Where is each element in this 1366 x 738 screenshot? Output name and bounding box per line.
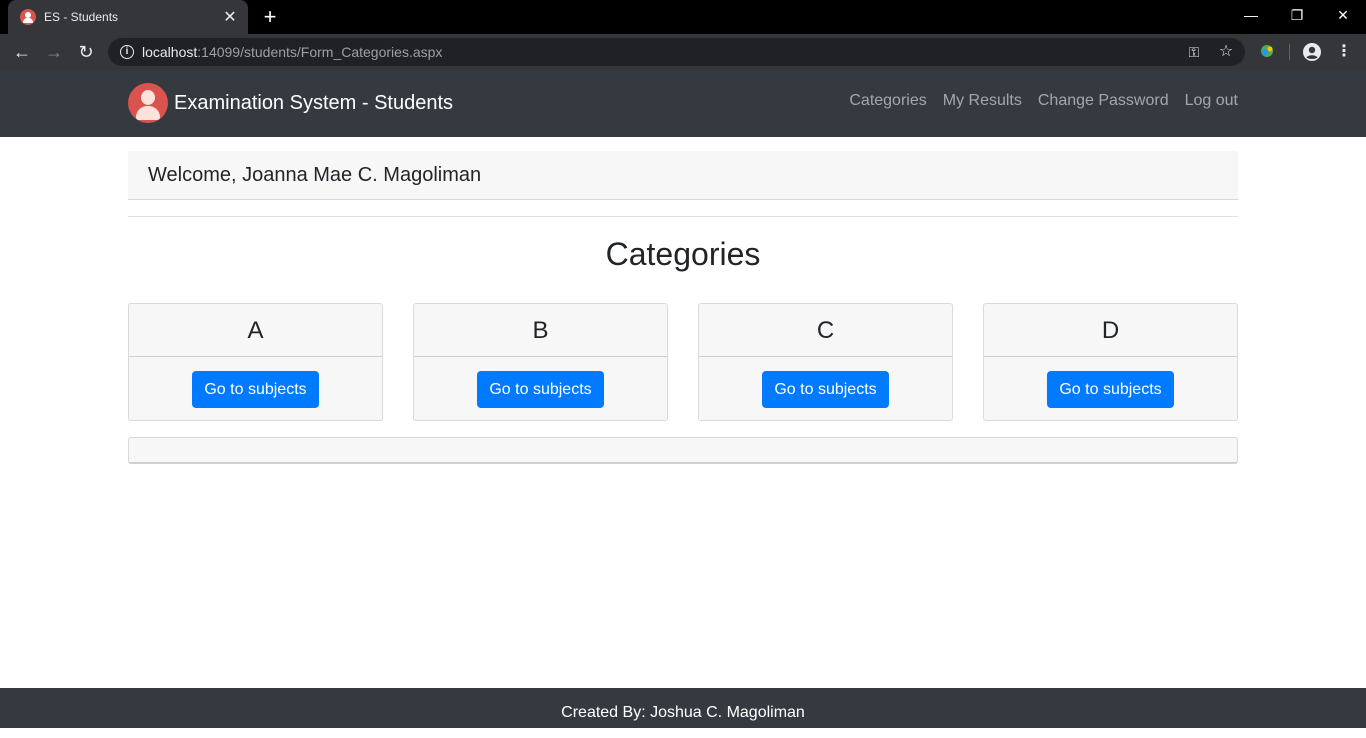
- key-icon[interactable]: ⚿: [1184, 42, 1204, 62]
- star-icon[interactable]: ☆: [1216, 42, 1236, 62]
- nav-link-logout[interactable]: Log out: [1185, 92, 1238, 110]
- welcome-banner: Welcome, Joanna Mae C. Magoliman: [128, 151, 1238, 200]
- toolbar-separator: [1289, 44, 1290, 60]
- category-card-b: B Go to subjects: [413, 303, 668, 421]
- nav-link-categories[interactable]: Categories: [849, 92, 926, 110]
- arrow-back-icon[interactable]: ←: [10, 40, 34, 64]
- browser-toolbar: ← → ↻ i localhost:14099/students/Form_Ca…: [0, 34, 1366, 70]
- brand-title[interactable]: Examination System - Students: [174, 92, 453, 115]
- category-name: B: [414, 304, 667, 357]
- new-tab-icon[interactable]: +: [258, 5, 282, 29]
- go-to-subjects-button[interactable]: Go to subjects: [762, 371, 889, 408]
- tab-title: ES - Students: [44, 10, 119, 24]
- category-name: A: [129, 304, 382, 357]
- user-favicon-icon: [20, 9, 36, 25]
- browser-tab[interactable]: ES - Students ✕: [8, 0, 248, 34]
- category-name: C: [699, 304, 952, 357]
- browser-tab-bar: ES - Students ✕ + — ❐ ✕: [0, 0, 1366, 34]
- go-to-subjects-button[interactable]: Go to subjects: [477, 371, 604, 408]
- page-title: Categories: [605, 236, 761, 272]
- category-name: D: [984, 304, 1237, 357]
- user-logo-icon: [128, 83, 168, 123]
- address-bar[interactable]: i localhost:14099/students/Form_Categori…: [108, 38, 1245, 66]
- info-icon[interactable]: i: [120, 45, 134, 59]
- arrow-forward-icon[interactable]: →: [42, 40, 66, 64]
- category-card-a: A Go to subjects: [128, 303, 383, 421]
- menu-icon[interactable]: ⋮: [1334, 42, 1354, 62]
- url-text[interactable]: localhost:14099/students/Form_Categories…: [142, 44, 442, 60]
- profile-icon[interactable]: [1302, 42, 1322, 62]
- reload-icon[interactable]: ↻: [74, 40, 98, 64]
- restore-icon[interactable]: ❐: [1274, 0, 1320, 30]
- divider: [128, 216, 1238, 217]
- nav-link-change-password[interactable]: Change Password: [1038, 92, 1169, 110]
- app-navbar: Examination System - Students Categories…: [0, 70, 1366, 137]
- extension-icon[interactable]: [1257, 42, 1277, 62]
- window-close-icon[interactable]: ✕: [1320, 0, 1366, 30]
- footer: Created By: Joshua C. Magoliman: [0, 688, 1366, 728]
- nav-links: Categories My Results Change Password Lo…: [833, 92, 1238, 110]
- close-tab-icon[interactable]: ✕: [222, 7, 238, 27]
- category-card-c: C Go to subjects: [698, 303, 953, 421]
- minimize-icon[interactable]: —: [1228, 0, 1274, 30]
- empty-panel: [128, 437, 1238, 464]
- brand[interactable]: Examination System - Students: [128, 83, 453, 123]
- category-card-d: D Go to subjects: [983, 303, 1238, 421]
- go-to-subjects-button[interactable]: Go to subjects: [1047, 371, 1174, 408]
- welcome-text: Welcome, Joanna Mae C. Magoliman: [148, 163, 482, 186]
- go-to-subjects-button[interactable]: Go to subjects: [192, 371, 319, 408]
- nav-link-my-results[interactable]: My Results: [943, 92, 1022, 110]
